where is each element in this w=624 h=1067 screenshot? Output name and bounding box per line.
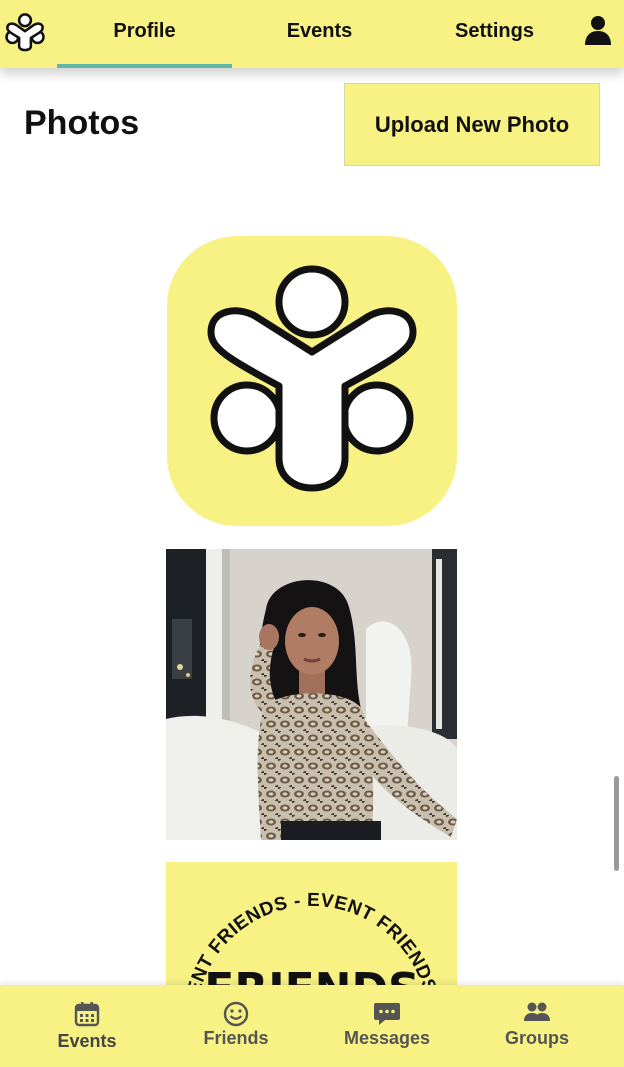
bottom-nav-messages-label: Messages [343,1028,431,1048]
tab-settings[interactable]: Settings [407,0,582,68]
tab-events[interactable]: Events [232,0,407,68]
page-title: Photos [24,104,140,142]
bottom-nav-groups[interactable]: Groups [462,985,612,1067]
bottom-nav-friends[interactable]: Friends [161,985,311,1067]
photo-portrait[interactable] [166,549,457,840]
active-tab-indicator [57,64,232,68]
person-icon[interactable] [583,14,613,46]
bottom-navigation-bar: Events Friends Messages Groups [0,985,624,1067]
upload-new-photo-button[interactable]: Upload New Photo [344,83,600,166]
chat-bubble-icon [374,1003,400,1025]
scrollbar[interactable] [614,776,619,871]
bottom-nav-events[interactable]: Events [12,985,162,1067]
badge-image: EVENT FRIENDS - EVENT FRIENDS - EVENT FR… [166,862,444,992]
bottom-nav-events-label: Events [57,1031,117,1051]
smiley-icon [223,1001,249,1027]
bottom-nav-groups-label: Groups [504,1028,569,1048]
portrait-image [166,549,457,840]
group-icon [524,1002,550,1021]
top-navigation-bar: Profile Events Settings [0,0,624,68]
photo-event-friends-badge[interactable]: EVENT FRIENDS - EVENT FRIENDS - EVENT FR… [166,862,457,992]
bottom-nav-messages[interactable]: Messages [312,985,462,1067]
calendar-icon [74,1002,100,1027]
tab-profile[interactable]: Profile [57,0,232,68]
photo-app-logo[interactable] [167,236,457,526]
bottom-nav-friends-label: Friends [203,1028,269,1048]
app-logo-icon[interactable] [4,10,46,54]
